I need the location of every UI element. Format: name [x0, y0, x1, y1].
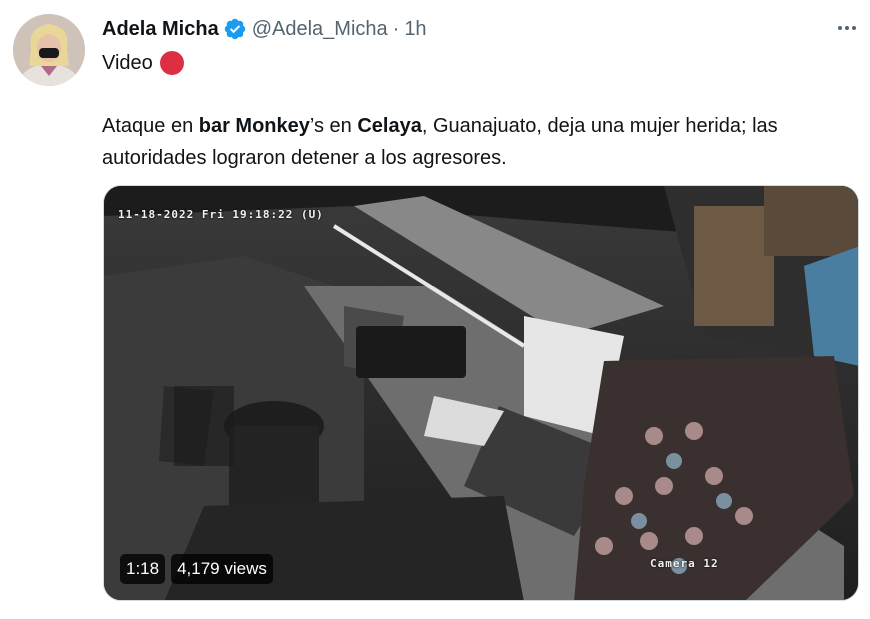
- video-camera-label: Camera 12: [650, 557, 719, 570]
- video-player[interactable]: 11-18-2022 Fri 19:18:22 (U) Camera 12 1:…: [103, 185, 859, 601]
- tweet-first-line: Video: [102, 50, 185, 76]
- video-views-badge: 4,179 views: [171, 554, 273, 584]
- dot-icon: [838, 26, 842, 30]
- dot-icon: [852, 26, 856, 30]
- avatar[interactable]: [13, 14, 85, 86]
- dot-icon: [845, 26, 849, 30]
- author-name[interactable]: Adela Micha: [102, 17, 219, 41]
- tweet-text: Ataque en bar Monkey’s en Celaya, Guanaj…: [102, 110, 862, 174]
- author-handle[interactable]: @Adela_Micha: [252, 17, 388, 41]
- separator: ·: [392, 18, 400, 40]
- video-badges: 1:18 4,179 views: [120, 554, 273, 584]
- profile-photo-icon: [13, 14, 85, 86]
- video-duration-badge: 1:18: [120, 554, 166, 584]
- video-thumbnail: [104, 186, 858, 600]
- red-circle-icon: [159, 51, 184, 75]
- more-options-button[interactable]: [831, 14, 863, 42]
- tweet-text-segment: ’s en: [309, 115, 358, 137]
- tweet-text-bold-segment: Celaya: [357, 115, 422, 137]
- tweet-text-segment: Ataque en: [102, 115, 199, 137]
- first-line-text: Video: [102, 52, 153, 74]
- tweet-text-bold-segment: bar Monkey: [198, 115, 310, 137]
- video-timestamp-overlay: 11-18-2022 Fri 19:18:22 (U): [118, 208, 324, 221]
- tweet-header: Adela Micha @Adela_Micha · 1h: [102, 17, 427, 41]
- verified-badge-icon: [224, 18, 245, 40]
- tweet-time[interactable]: 1h: [404, 17, 426, 41]
